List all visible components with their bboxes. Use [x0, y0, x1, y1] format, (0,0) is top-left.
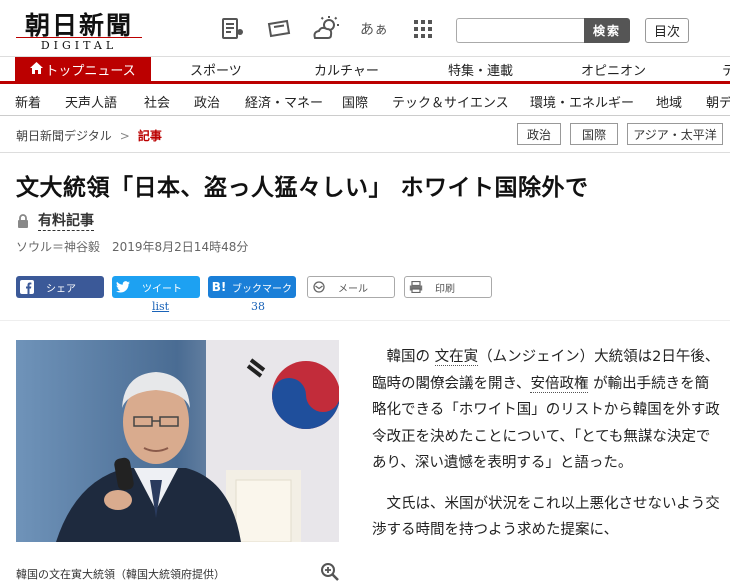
tag-politics[interactable]: 政治: [517, 123, 561, 145]
article-paragraph: 韓国の 文在寅（ムンジェイン）大統領は2日午後、臨時の閣僚会議を開き、安倍政権 …: [372, 344, 720, 477]
twitter-count[interactable]: list: [152, 300, 169, 313]
topic-link-abe-government[interactable]: 安倍政権: [530, 375, 589, 393]
twitter-share-button[interactable]: ツイート: [112, 276, 200, 298]
search-button[interactable]: 検索: [584, 18, 630, 43]
section-international[interactable]: 国際: [342, 92, 368, 111]
tab-label: カルチャー: [314, 64, 379, 79]
app-grid-icon[interactable]: [408, 14, 438, 44]
tab-label: テ: [722, 64, 730, 79]
twitter-icon: [112, 281, 134, 293]
twitter-share-label: ツイート: [142, 283, 182, 295]
mail-share-label: メール: [338, 283, 368, 295]
tag-asia-pacific[interactable]: アジア・太平洋: [627, 123, 723, 145]
font-size-icon-label: あぁ: [360, 22, 388, 38]
logo-sub-text: DIGITAL: [40, 39, 118, 52]
facebook-share-label: シェア: [46, 283, 76, 295]
text-segment: 韓国の: [386, 349, 431, 365]
facebook-icon: [16, 280, 38, 294]
divider: [0, 152, 730, 153]
section-economy[interactable]: 経済・マネー: [245, 92, 323, 111]
printer-icon: [405, 281, 427, 293]
tag-international[interactable]: 国際: [570, 123, 618, 145]
mail-share-button[interactable]: メール: [307, 276, 395, 298]
section-politics[interactable]: 政治: [194, 92, 220, 111]
section-society[interactable]: 社会: [144, 92, 170, 111]
section-local[interactable]: 地域: [656, 92, 682, 111]
top-nav: トップニュース スポーツ カルチャー 特集・連載 オピニオン テ: [0, 56, 730, 84]
hatena-bookmark-label: ブックマーク: [232, 283, 292, 295]
divider: [0, 320, 730, 321]
newspaper-icon[interactable]: [218, 14, 248, 44]
search-input[interactable]: [456, 18, 584, 43]
photo-caption: 韓国の文在寅大統領（韓国大統領府提供）: [16, 568, 225, 581]
font-size-icon[interactable]: あぁ: [359, 14, 389, 44]
tab-label: スポーツ: [190, 64, 242, 79]
section-environment[interactable]: 環境・エネルギー: [530, 92, 634, 111]
lock-icon: [18, 213, 28, 228]
hatena-count: 38: [251, 300, 265, 313]
breadcrumb: 朝日新聞デジタル > 記事: [16, 127, 162, 144]
tab-features[interactable]: 特集・連載: [448, 57, 513, 82]
contents-button[interactable]: 目次: [645, 18, 689, 43]
site-header: 朝日新聞 DIGITAL あぁ 検索 目次: [0, 0, 730, 56]
section-new[interactable]: 新着: [15, 92, 41, 111]
print-label: 印刷: [435, 283, 455, 295]
section-tech-science[interactable]: テック＆サイエンス: [392, 92, 509, 111]
breadcrumb-current: 記事: [137, 129, 162, 143]
breadcrumb-home[interactable]: 朝日新聞デジタル: [16, 129, 112, 143]
home-icon: [30, 62, 44, 77]
weather-icon[interactable]: [311, 14, 341, 44]
print-button[interactable]: 印刷: [404, 276, 492, 298]
article-title: 文大統領「日本、盗っ人猛々しい」 ホワイト国除外で: [16, 175, 589, 201]
tab-opinion[interactable]: オピニオン: [581, 57, 646, 82]
byline: ソウル＝神谷毅 2019年8月2日14時48分: [16, 240, 249, 254]
mail-icon: [308, 281, 330, 293]
paid-article-badge[interactable]: 有料記事: [16, 210, 94, 231]
article-paragraph: 文氏は、米国が状況をこれ以上悪化させないよう交渉する時間を持つよう求めた提案に、: [372, 495, 720, 539]
tab-top-news[interactable]: トップニュース: [15, 57, 151, 82]
zoom-in-icon[interactable]: [320, 562, 340, 582]
logo-divider: [16, 37, 142, 38]
tab-tech-partial[interactable]: テ: [722, 57, 730, 82]
tab-label: トップニュース: [45, 64, 136, 79]
section-tenseijingo[interactable]: 天声人語: [65, 92, 117, 111]
tab-culture[interactable]: カルチャー: [314, 57, 379, 82]
tab-label: 特集・連載: [448, 64, 514, 79]
tab-label: オピニオン: [581, 64, 647, 79]
article-body: 韓国の 文在寅（ムンジェイン）大統領は2日午後、臨時の閣僚会議を開き、安倍政権 …: [372, 344, 720, 558]
breadcrumb-separator: >: [119, 129, 130, 143]
ticket-icon[interactable]: [264, 14, 294, 44]
tab-sports[interactable]: スポーツ: [190, 57, 242, 82]
president-photo-image: [16, 340, 339, 542]
section-nav: 新着 天声人語 社会 政治 経済・マネー 国際 テック＆サイエンス 環境・エネル…: [0, 84, 730, 116]
hatena-bookmark-button[interactable]: B! ブックマーク: [208, 276, 296, 298]
person-link-moon-jae-in[interactable]: 文在寅: [434, 349, 479, 366]
facebook-share-button[interactable]: シェア: [16, 276, 104, 298]
paid-article-label: 有料記事: [38, 210, 94, 231]
article-photo[interactable]: [16, 340, 339, 542]
site-logo[interactable]: 朝日新聞 DIGITAL: [14, 6, 144, 52]
hatena-icon: B!: [211, 280, 227, 294]
section-asa-partial[interactable]: 朝デ: [706, 92, 730, 111]
